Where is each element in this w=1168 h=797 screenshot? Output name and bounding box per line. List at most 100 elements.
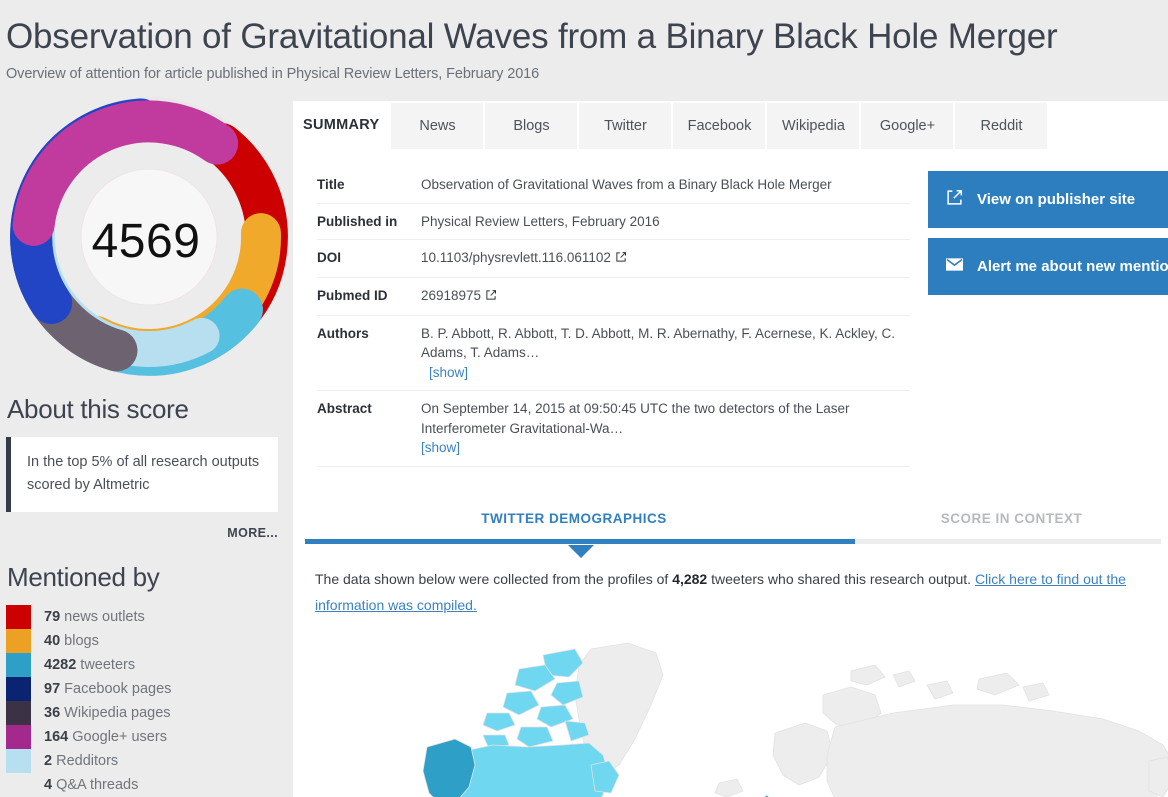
metadata-value-text: Observation of Gravitational Waves from …	[421, 177, 832, 193]
tab-reddit[interactable]: Reddit	[955, 103, 1048, 150]
list-item[interactable]: 4 Q&A threads	[6, 773, 293, 797]
metadata-key: Pubmed ID	[317, 277, 421, 316]
about-this-score-heading: About this score	[7, 394, 189, 425]
metadata-value: 10.1103/physrevlett.116.061102	[421, 239, 910, 278]
envelope-icon	[946, 258, 963, 275]
list-item[interactable]: 2 Redditors	[6, 749, 293, 774]
mention-label: 4 Q&A threads	[44, 777, 138, 793]
tab-label: Wikipedia	[782, 118, 845, 135]
tab-summary[interactable]: SUMMARY	[293, 101, 390, 150]
mention-count: 164	[44, 729, 69, 746]
list-item[interactable]: 79 news outlets	[6, 605, 293, 630]
tab-google-[interactable]: Google+	[861, 103, 954, 150]
article-metadata-table: Title Observation of Gravitational Waves …	[317, 167, 910, 467]
metadata-value-text: 10.1103/physrevlett.116.061102	[421, 250, 611, 266]
tab-score-in-context[interactable]: SCORE IN CONTEXT	[855, 511, 1168, 539]
tab-wikipedia[interactable]: Wikipedia	[767, 103, 860, 150]
mention-color-swatch	[6, 749, 31, 774]
external-link-icon[interactable]	[615, 249, 627, 269]
external-link-icon[interactable]	[485, 287, 497, 307]
mentioned-by-heading: Mentioned by	[7, 562, 160, 593]
mention-label: 2 Redditors	[44, 753, 118, 769]
mention-color-swatch	[6, 605, 31, 630]
tab-news[interactable]: News	[391, 103, 484, 150]
demographics-description: The data shown below were collected from…	[315, 567, 1165, 619]
mention-label: 36 Wikipedia pages	[44, 705, 171, 721]
mentioned-by-list: 79 news outlets 40 blogs 4282 tweeters 97 F…	[6, 605, 293, 797]
mention-count: 4282	[44, 657, 77, 674]
metadata-value: 26918975	[421, 277, 910, 316]
metadata-value-text: B. P. Abbott, R. Abbott, T. D. Abbott, M…	[421, 325, 895, 361]
altmetric-badge[interactable]: 4569	[6, 97, 293, 381]
mention-color-swatch	[6, 773, 31, 797]
view-on-publisher-site-button[interactable]: View on publisher site	[928, 171, 1168, 229]
mention-source-name: Facebook pages	[60, 681, 172, 698]
tab-label: Twitter	[604, 118, 647, 135]
about-this-score-section: About this score In the top 5% of all re…	[6, 394, 293, 540]
altmetric-page: Observation of Gravitational Waves from …	[0, 0, 1168, 797]
list-item[interactable]: 164 Google+ users	[6, 725, 293, 750]
show-more-link[interactable]: [show]	[429, 365, 468, 380]
table-row: DOI 10.1103/physrevlett.116.061102	[317, 239, 910, 278]
external-link-icon	[946, 189, 963, 210]
tweeter-count: 4,282	[672, 570, 708, 587]
mention-count: 36	[44, 705, 61, 722]
alert-me-button[interactable]: Alert me about new mentions	[928, 238, 1168, 296]
mention-color-swatch	[6, 725, 31, 750]
metadata-value: Physical Review Letters, February 2016	[421, 203, 910, 241]
mention-color-swatch	[6, 629, 31, 654]
mention-source-name: Google+ users	[68, 729, 167, 746]
show-more-link[interactable]: [show]	[421, 440, 460, 455]
demographics-caret-icon	[568, 544, 594, 558]
source-tabs: SUMMARY News Blogs Twitter Facebook Wikipedia…	[293, 101, 1168, 150]
table-row: Authors B. P. Abbott, R. Abbott, T. D. Ab…	[317, 315, 910, 392]
mention-label: 79 news outlets	[44, 609, 145, 625]
list-item[interactable]: 4282 tweeters	[6, 653, 293, 678]
metadata-value-text: On September 14, 2015 at 09:50:45 UTC th…	[421, 401, 850, 436]
page-subtitle: Overview of attention for article publis…	[6, 66, 540, 83]
metadata-value: On September 14, 2015 at 09:50:45 UTC th…	[421, 390, 910, 467]
mention-count: 40	[44, 633, 61, 650]
list-item[interactable]: 40 blogs	[6, 629, 293, 654]
table-row: Title Observation of Gravitational Waves …	[317, 167, 910, 204]
mention-source-name: Wikipedia pages	[60, 705, 171, 722]
altmetric-score: 4569	[91, 214, 201, 268]
mention-count: 97	[44, 681, 61, 698]
table-row: Published in Physical Review Letters, Feb…	[317, 203, 910, 241]
list-item[interactable]: 97 Facebook pages	[6, 677, 293, 702]
alert-me-label: Alert me about new mentions	[977, 258, 1168, 276]
tab-label: Google+	[879, 118, 936, 135]
tab-blogs[interactable]: Blogs	[485, 103, 578, 150]
mention-source-name: blogs	[60, 633, 99, 650]
list-item[interactable]: 36 Wikipedia pages	[6, 701, 293, 726]
about-score-more-link[interactable]: MORE...	[6, 526, 278, 540]
tab-facebook[interactable]: Facebook	[673, 103, 766, 150]
mention-source-name: news outlets	[60, 609, 145, 626]
twitter-geography-map[interactable]	[293, 635, 1168, 797]
mention-color-swatch	[6, 677, 31, 702]
sidebar: 4569 About this score In the top 5% of a…	[0, 97, 293, 797]
tab-twitter[interactable]: Twitter	[579, 103, 672, 150]
metadata-value: B. P. Abbott, R. Abbott, T. D. Abbott, M…	[421, 315, 910, 392]
main-content: SUMMARY News Blogs Twitter Facebook Wikipedia…	[293, 101, 1168, 797]
metadata-key: Authors	[317, 315, 421, 392]
metadata-value: Observation of Gravitational Waves from …	[421, 167, 910, 204]
description-mid: tweeters who shared this research output…	[707, 570, 975, 587]
table-row: Pubmed ID 26918975	[317, 277, 910, 316]
metadata-key: DOI	[317, 239, 421, 278]
page-title: Observation of Gravitational Waves from …	[6, 17, 1058, 56]
tab-twitter-demographics[interactable]: TWITTER DEMOGRAPHICS	[293, 511, 855, 539]
page-header: Observation of Gravitational Waves from …	[0, 0, 1168, 83]
metadata-value-text: 26918975	[421, 287, 482, 303]
mention-label: 164 Google+ users	[44, 729, 167, 745]
description-pre: The data shown below were collected from…	[315, 570, 673, 587]
tab-label: SUMMARY	[303, 117, 380, 134]
mention-source-name: tweeters	[76, 657, 136, 674]
mentioned-by-section: Mentioned by 79 news outlets 40 blogs 4282…	[6, 562, 293, 797]
tab-label: Reddit	[980, 118, 1023, 135]
mention-color-swatch	[6, 701, 31, 726]
tab-label: Blogs	[513, 118, 550, 135]
demographics-inactive-underline	[855, 538, 1161, 544]
action-buttons: View on publisher site Alert me about ne…	[928, 167, 1168, 467]
mention-label: 97 Facebook pages	[44, 681, 171, 697]
